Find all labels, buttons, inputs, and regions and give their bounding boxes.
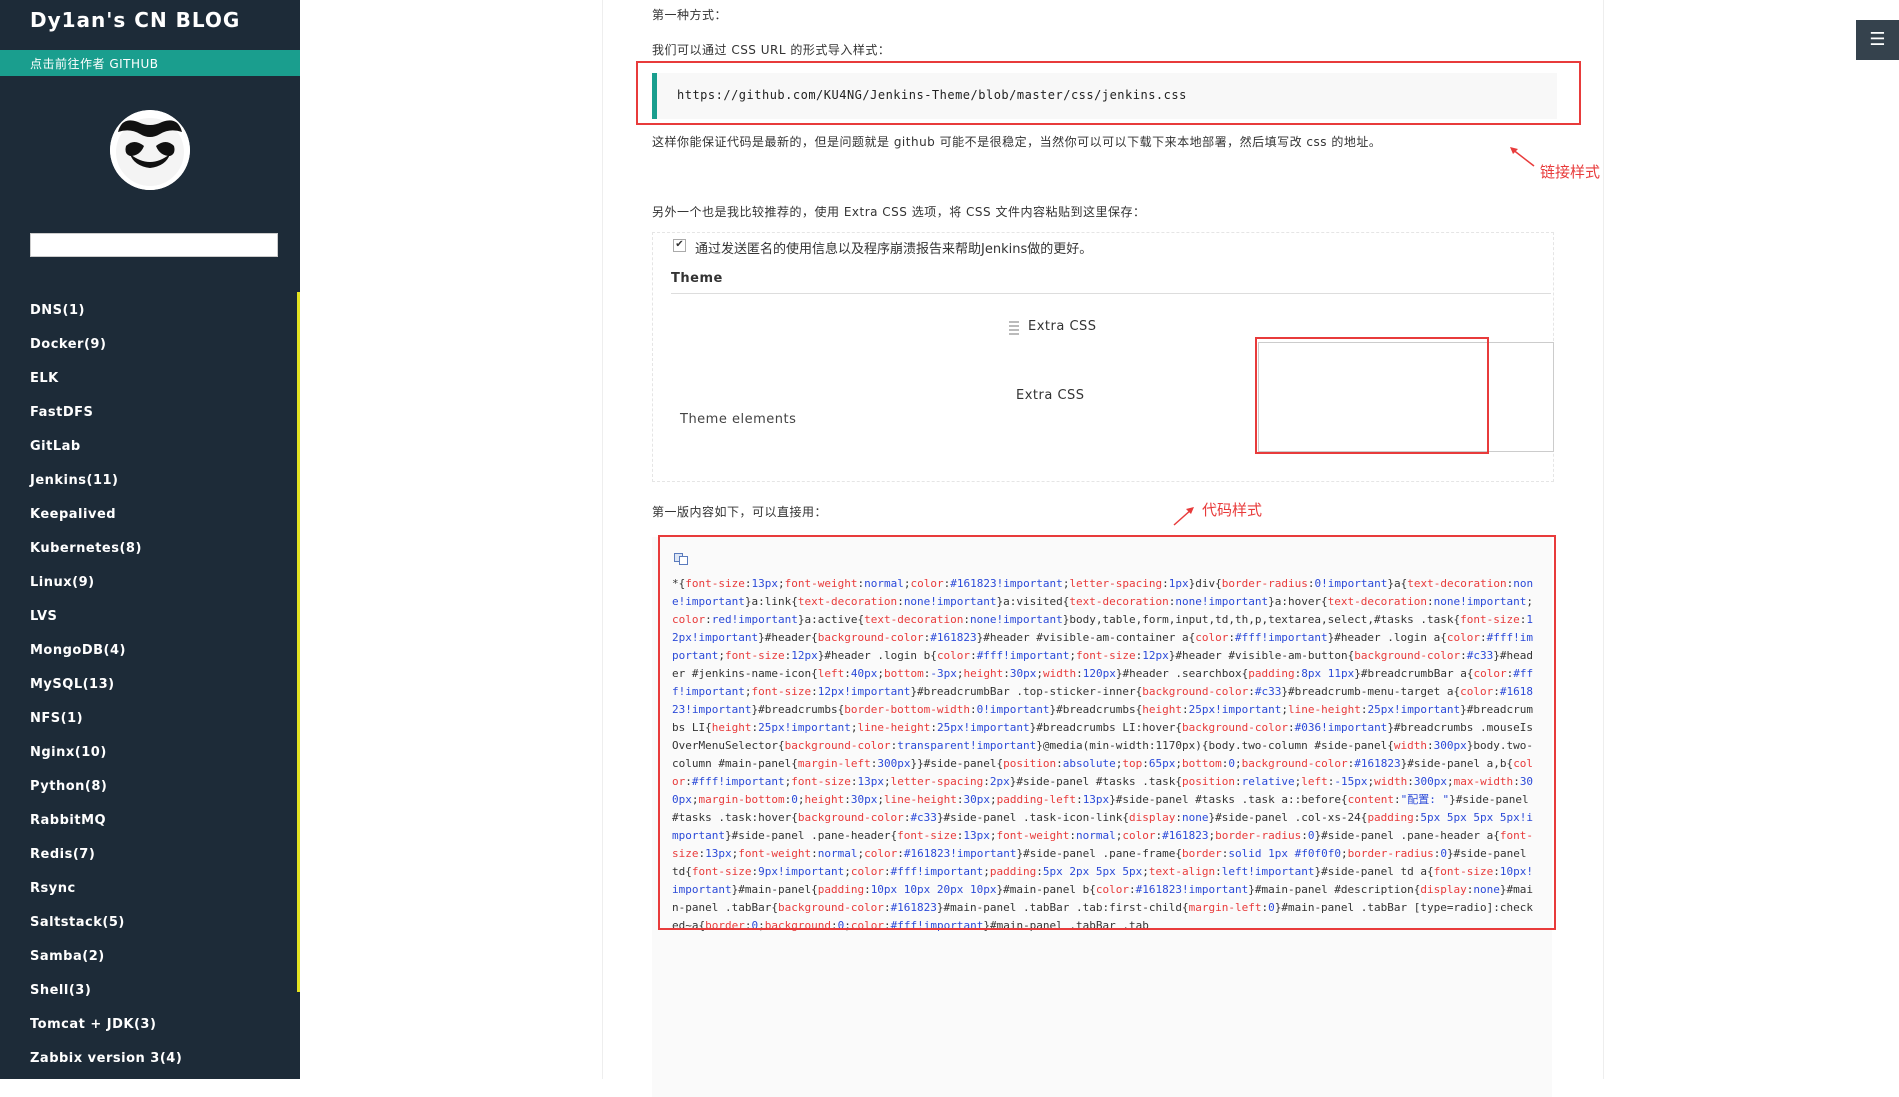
paragraph-note: 这样你能保证代码是最新的，但是问题就是 github 可能不是很稳定，当然你可以… — [652, 135, 1382, 149]
theme-elements-label: Theme elements — [680, 412, 797, 427]
sidebar: Dy1an's CN BLOG 点击前往作者 GITHUB DNS(1) Doc… — [0, 0, 300, 1079]
annotation-link-style: 链接样式 — [1540, 163, 1601, 181]
category-item-kubernetes[interactable]: Kubernetes(8) — [30, 538, 182, 572]
theme-divider — [671, 293, 1551, 294]
paragraph-version: 第一版内容如下，可以直接用： — [652, 505, 828, 519]
category-item-tomcat-jdk[interactable]: Tomcat + JDK(3) — [30, 1014, 182, 1048]
category-item-rabbitmq[interactable]: RabbitMQ — [30, 810, 182, 844]
category-item-linux[interactable]: Linux(9) — [30, 572, 182, 606]
search-input[interactable] — [30, 233, 278, 257]
github-bar[interactable]: 点击前往作者 GITHUB — [0, 50, 300, 76]
annotation-arrow-icon — [1510, 147, 1535, 167]
category-item-nginx[interactable]: Nginx(10) — [30, 742, 182, 776]
github-link[interactable]: 点击前往作者 GITHUB — [30, 55, 159, 72]
category-item-gitlab[interactable]: GitLab — [30, 436, 182, 470]
menu-button[interactable]: ☰ — [1856, 20, 1899, 60]
category-item-rsync[interactable]: Rsync — [30, 878, 182, 912]
category-item-python[interactable]: Python(8) — [30, 776, 182, 810]
category-item-nfs[interactable]: NFS(1) — [30, 708, 182, 742]
category-item-mysql[interactable]: MySQL(13) — [30, 674, 182, 708]
category-item-samba[interactable]: Samba(2) — [30, 946, 182, 980]
annotation-box-url — [636, 61, 1581, 125]
sidebar-accent-rule — [297, 292, 300, 992]
category-item-mongodb[interactable]: MongoDB(4) — [30, 640, 182, 674]
category-item-saltstack[interactable]: Saltstack(5) — [30, 912, 182, 946]
avatar — [110, 110, 190, 190]
extra-css-title: Extra CSS — [1028, 319, 1097, 334]
usage-stats-checkbox[interactable]: ✔ — [673, 239, 686, 252]
extra-css-field-label: Extra CSS — [1016, 388, 1085, 403]
panda-avatar-icon — [110, 110, 190, 190]
theme-heading: Theme — [671, 271, 723, 286]
category-item-keepalived[interactable]: Keepalived — [30, 504, 182, 538]
paragraph-extra-css: 另外一个也是我比较推荐的，使用 Extra CSS 选项，将 CSS 文件内容粘… — [652, 205, 1146, 219]
annotation-code-style: 代码样式 — [1202, 501, 1263, 519]
annotation-arrow-icon — [1173, 507, 1194, 526]
category-list: DNS(1) Docker(9) ELK FastDFS GitLab Jenk… — [30, 300, 182, 1082]
category-item-zabbix[interactable]: Zabbix version 3(4) — [30, 1048, 182, 1082]
category-item-fastdfs[interactable]: FastDFS — [30, 402, 182, 436]
blog-title[interactable]: Dy1an's CN BLOG — [30, 8, 240, 32]
category-item-docker[interactable]: Docker(9) — [30, 334, 182, 368]
paragraph-css-url: 我们可以通过 CSS URL 的形式导入样式： — [652, 43, 891, 57]
category-item-dns[interactable]: DNS(1) — [30, 300, 182, 334]
drag-handle-icon[interactable] — [1009, 321, 1019, 335]
annotation-box-textarea — [1255, 337, 1489, 454]
category-item-jenkins[interactable]: Jenkins(11) — [30, 470, 182, 504]
category-item-elk[interactable]: ELK — [30, 368, 182, 402]
category-item-lvs[interactable]: LVS — [30, 606, 182, 640]
category-item-shell[interactable]: Shell(3) — [30, 980, 182, 1014]
annotation-box-code — [658, 535, 1556, 930]
paragraph-method-one: 第一种方式： — [652, 8, 728, 22]
usage-stats-label: 通过发送匿名的使用信息以及程序崩溃报告来帮助Jenkins做的更好。 — [695, 242, 1093, 257]
category-item-redis[interactable]: Redis(7) — [30, 844, 182, 878]
